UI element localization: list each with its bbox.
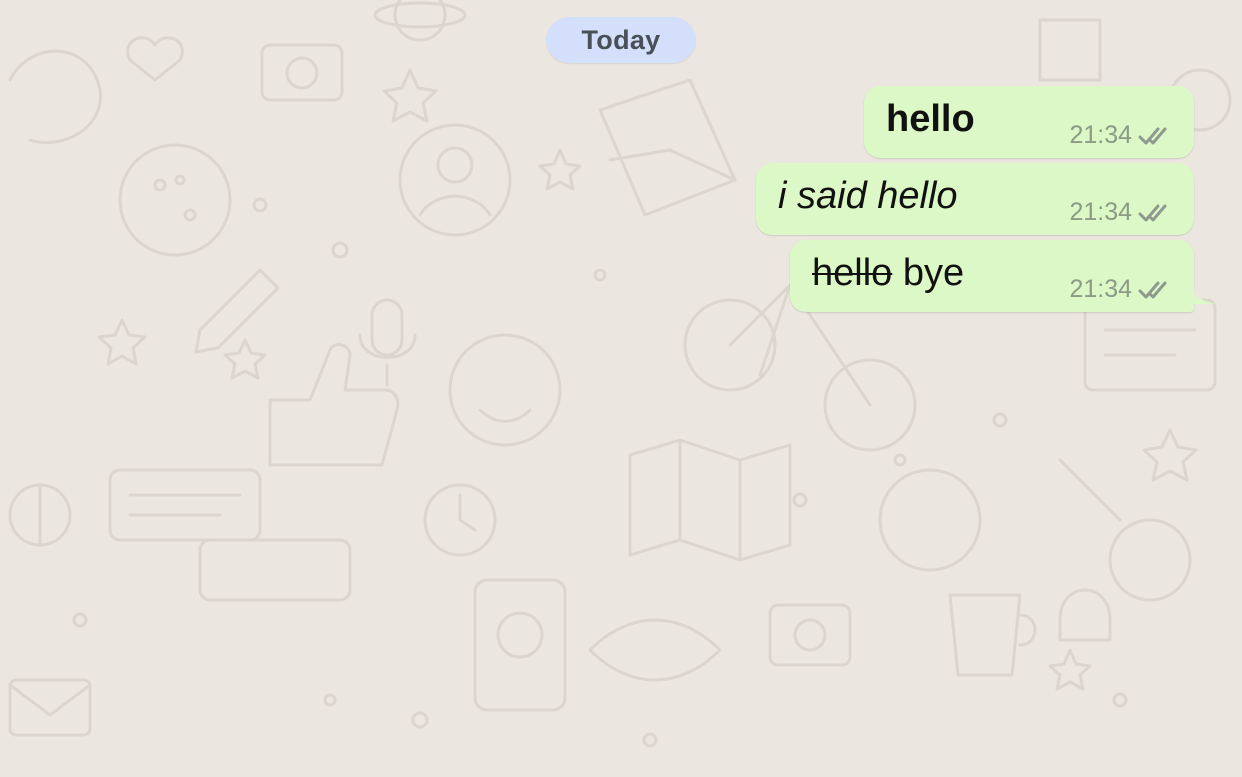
message-bubble[interactable]: hello 21:34	[864, 86, 1194, 158]
message-time: 21:34	[1069, 198, 1132, 226]
message-text: i said hello	[778, 175, 958, 217]
struck-text: hello	[812, 252, 893, 294]
date-label: Today	[581, 24, 661, 55]
message-time: 21:34	[1069, 121, 1132, 149]
message-text-plain: bye	[902, 252, 965, 294]
double-check-icon	[1138, 202, 1172, 224]
message-bubble[interactable]: i said hello 21:34	[756, 163, 1194, 235]
chat-area[interactable]: Today hello 21:34 i said hello 21:34 hel…	[0, 0, 1242, 777]
double-check-icon	[1138, 125, 1172, 147]
message-meta: 21:34	[1069, 198, 1172, 227]
message-meta: 21:34	[1069, 121, 1172, 150]
message-bubble[interactable]: hello bye 21:34	[790, 240, 1216, 312]
date-separator: Today	[546, 17, 696, 63]
bubble-tail	[1186, 274, 1216, 304]
message-time: 21:34	[1069, 275, 1132, 303]
message-text: hello bye	[812, 252, 964, 295]
double-check-icon	[1138, 279, 1172, 301]
message-text: hello	[886, 98, 975, 140]
message-meta: 21:34	[1069, 275, 1172, 304]
